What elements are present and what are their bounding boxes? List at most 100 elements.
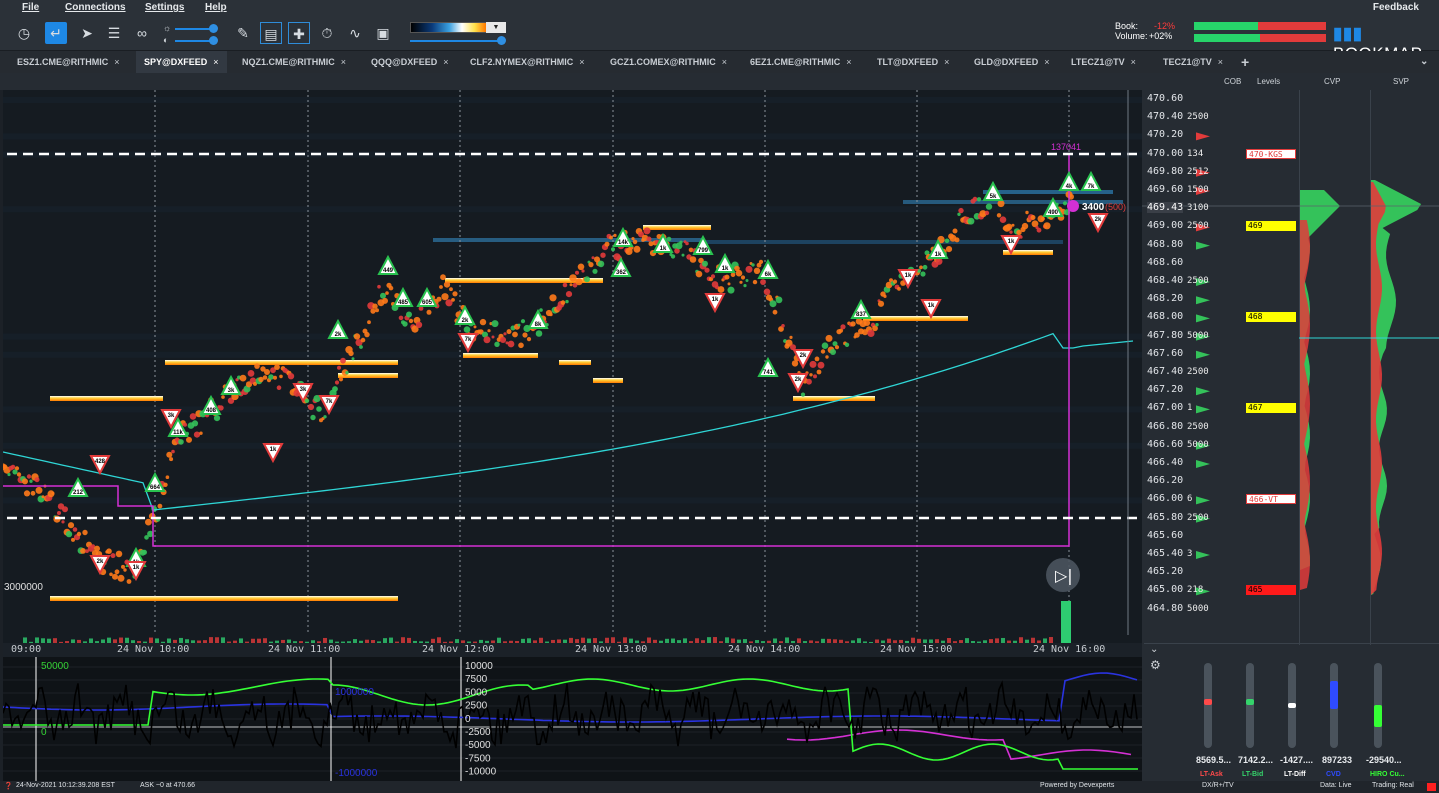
list-icon[interactable]: ▤	[260, 22, 282, 44]
svg-text:490: 490	[1048, 210, 1059, 216]
tab-qqq[interactable]: QQQ@DXFEED ×	[363, 51, 457, 73]
column-header-svp[interactable]: SVP	[1393, 77, 1409, 86]
chart-line-icon[interactable]: ∿	[344, 22, 366, 44]
tab-gld[interactable]: GLD@DXFEED ×	[966, 51, 1058, 73]
heatmap-dropdown-icon[interactable]: ▼	[486, 22, 506, 33]
indicator-value: 7142.2...	[1238, 755, 1274, 765]
svg-text:1k: 1k	[905, 273, 912, 279]
svg-text:1k: 1k	[935, 252, 942, 258]
svg-text:11k: 11k	[173, 430, 183, 436]
indicator-label: LT-Ask	[1200, 771, 1223, 778]
svg-text:2k: 2k	[1095, 217, 1102, 223]
menu-settings[interactable]: Settings	[145, 2, 184, 13]
svg-text:605: 605	[422, 300, 433, 306]
level-label[interactable]: 466-VT	[1246, 494, 1296, 505]
feedback-link[interactable]: Feedback	[1373, 2, 1419, 13]
svg-text:3k: 3k	[228, 388, 235, 394]
price-label: 465.20	[1147, 566, 1184, 578]
close-icon[interactable]: ×	[579, 57, 584, 67]
level-label[interactable]: 467	[1246, 403, 1296, 414]
menu-connections[interactable]: Connections	[65, 2, 126, 13]
heatmap-chart[interactable]: 137041 3400 (500) 212 1k 664 11k 408 3k 2k 449 4…	[3, 90, 1142, 657]
add-tab-icon[interactable]: +	[1241, 51, 1249, 73]
tab-esz1[interactable]: ESZ1.CME@RITHMIC ×	[9, 51, 128, 73]
contrast-knob[interactable]	[209, 36, 218, 45]
indicator-value: -29540...	[1366, 755, 1402, 765]
column-header-levels[interactable]: Levels	[1257, 77, 1280, 86]
cob-value: 2512	[1187, 166, 1209, 177]
close-icon[interactable]: ×	[722, 57, 727, 67]
price-axis: 470.60 470.40 470.20 470.00 469.80 469.60 469.…	[1142, 90, 1439, 645]
tab-ltecz1[interactable]: LTECZ1@TV ×	[1063, 51, 1144, 73]
heatmap-gradient[interactable]	[410, 22, 497, 33]
level-label[interactable]: 469	[1246, 221, 1296, 232]
buy-signal: 408	[200, 394, 222, 415]
price-label: 465.00	[1147, 584, 1184, 596]
heatmap-slider[interactable]	[410, 40, 502, 42]
close-icon[interactable]: ×	[944, 57, 949, 67]
indicator-meter	[1330, 663, 1338, 748]
level-label[interactable]: 465	[1246, 585, 1296, 596]
book-bid-bar	[1194, 22, 1258, 30]
clock-icon[interactable]: ◷	[13, 22, 35, 44]
menu-file[interactable]: File	[22, 2, 39, 13]
large-order-label: 3000000	[4, 582, 43, 593]
svg-text:1k: 1k	[133, 565, 140, 571]
status-time: 24-Nov-2021 10:12:39.208 EST	[16, 782, 115, 789]
layers-icon[interactable]: ☰	[103, 22, 125, 44]
price-label: 467.20	[1147, 384, 1184, 396]
menu-help[interactable]: Help	[205, 2, 227, 13]
tab-nqz1[interactable]: NQZ1.CME@RITHMIC ×	[234, 51, 354, 73]
tab-label: NQZ1.CME@RITHMIC	[242, 57, 335, 67]
column-header-cob[interactable]: COB	[1224, 77, 1241, 86]
tab-6ez1[interactable]: 6EZ1.CME@RITHMIC ×	[742, 51, 860, 73]
lock-icon[interactable]: ▣	[372, 22, 394, 44]
indicator-subchart[interactable]: 50000 0 1000000 -1000000 10000 7500 5000 25…	[2, 657, 1142, 782]
status-trading: Trading: Real	[1372, 782, 1414, 789]
price-label: 466.60	[1147, 438, 1184, 450]
svg-text:2k: 2k	[335, 332, 342, 338]
heatmap-knob[interactable]	[497, 36, 506, 45]
volume-buy-bar	[1194, 34, 1260, 42]
status-ask: ASK ~0 at 470.66	[140, 782, 196, 789]
tab-tlt[interactable]: TLT@DXFEED ×	[869, 51, 957, 73]
cob-value: 2500	[1187, 512, 1209, 523]
close-icon[interactable]: ×	[114, 57, 119, 67]
close-icon[interactable]: ×	[1044, 57, 1049, 67]
cob-value: 1500	[1187, 185, 1209, 195]
close-icon[interactable]: ×	[341, 57, 346, 67]
buy-signal: 2k	[327, 318, 349, 339]
level-label[interactable]: 468	[1246, 312, 1296, 323]
share-icon[interactable]: ↵	[45, 22, 67, 44]
tab-gcz1[interactable]: GCZ1.COMEX@RITHMIC ×	[602, 51, 735, 73]
time-axis-label: 24 Nov 16:00	[1033, 644, 1105, 655]
close-icon[interactable]: ×	[1218, 57, 1223, 67]
level-label[interactable]: 470-KGS	[1246, 148, 1296, 159]
pencil-icon[interactable]: ✎	[232, 22, 254, 44]
close-icon[interactable]: ×	[1131, 57, 1136, 67]
link-icon[interactable]: ∞	[131, 22, 153, 44]
collapse-chevron-icon[interactable]: ⌄	[1150, 644, 1158, 655]
buy-signal: 212	[67, 476, 89, 497]
brightness-knob[interactable]	[209, 24, 218, 33]
close-icon[interactable]: ×	[213, 57, 218, 67]
gear-icon[interactable]: ⚙	[1150, 658, 1161, 672]
crosshair-icon[interactable]: ✚	[288, 22, 310, 44]
status-question-icon[interactable]: ❓	[4, 782, 13, 790]
subchart-axis-label: 7500	[465, 674, 488, 685]
volume-label: Volume:	[1115, 31, 1148, 41]
price-label: 468.60	[1147, 256, 1184, 268]
chevron-down-icon[interactable]: ⌄	[1420, 51, 1428, 73]
tab-clf2[interactable]: CLF2.NYMEX@RITHMIC ×	[462, 51, 593, 73]
cob-value: 5000	[1187, 603, 1209, 614]
rocket-icon[interactable]: ➤	[76, 22, 98, 44]
close-icon[interactable]: ×	[846, 57, 851, 67]
column-header-cvp[interactable]: CVP	[1324, 77, 1340, 86]
tab-tecz1[interactable]: TECZ1@TV ×	[1155, 51, 1231, 73]
close-icon[interactable]: ×	[443, 57, 448, 67]
svg-text:664: 664	[150, 485, 161, 491]
current-size-label: 3400	[1082, 202, 1105, 213]
timer-icon[interactable]: ⏱	[316, 22, 338, 44]
tab-spy[interactable]: SPY@DXFEED ×	[136, 51, 227, 73]
svg-text:2k: 2k	[795, 377, 802, 383]
